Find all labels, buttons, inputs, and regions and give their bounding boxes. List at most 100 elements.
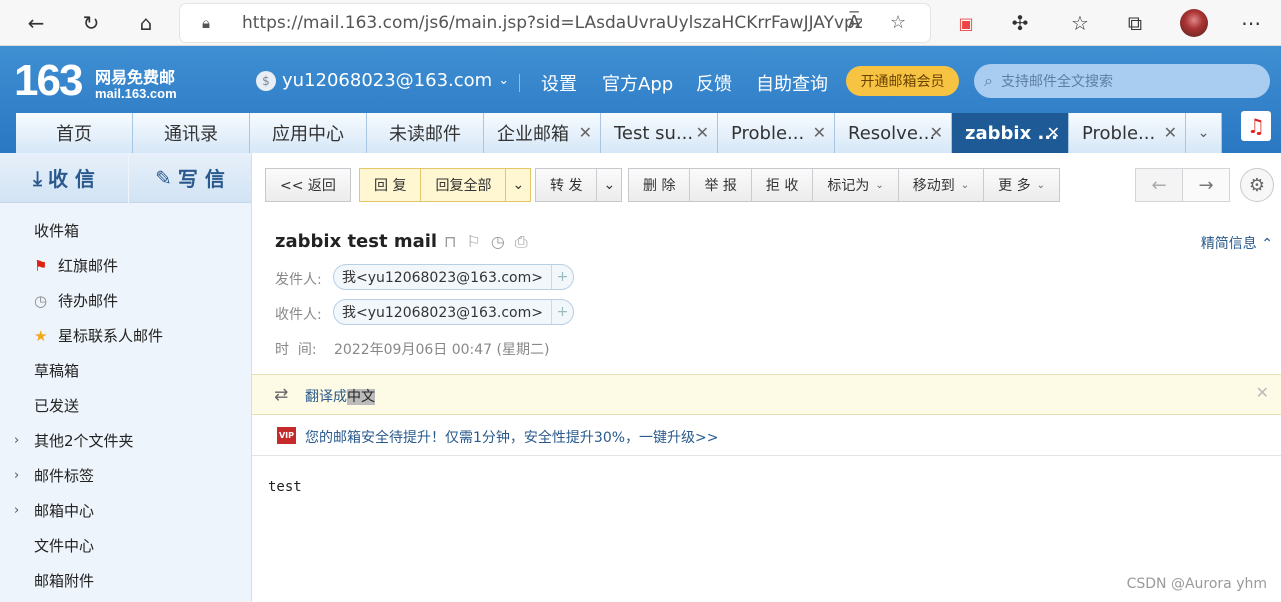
tab-enterprise[interactable]: 企业邮箱 ✕ — [484, 113, 601, 153]
compose-button[interactable]: ✎ 写 信 — [129, 153, 251, 203]
folder-starred-contacts[interactable]: ★ 星标联系人邮件 — [0, 318, 250, 353]
bookmark-icon[interactable]: ⊓ — [444, 232, 456, 252]
url-text[interactable]: https://mail.163.com/js6/main.jsp?sid=LA… — [242, 13, 862, 33]
tab-overflow-button[interactable]: ⌄ — [1186, 113, 1222, 153]
chevron-up-icon: ⌃ — [1256, 236, 1273, 252]
folder-file-center[interactable]: 文件中心 — [0, 528, 250, 563]
forward-button[interactable]: 转 发 ⌄ — [535, 168, 623, 202]
arrow-right-icon: → — [1198, 174, 1214, 196]
close-icon[interactable]: ✕ — [1047, 123, 1060, 142]
tab-unread[interactable]: 未读邮件 — [367, 113, 484, 153]
tab-problem-2[interactable]: Proble... ✕ — [1069, 113, 1186, 153]
account-switcher[interactable]: $ yu12068023@163.com ⌄ — [256, 70, 509, 91]
security-upgrade-link[interactable]: 您的邮箱安全待提升！仅需1分钟，安全性提升30%，一键升级>> — [305, 427, 718, 447]
delete-button[interactable]: 删 除 — [629, 169, 691, 201]
header-divider — [519, 74, 520, 92]
add-contact-icon[interactable]: + — [550, 265, 573, 289]
folder-sent[interactable]: 已发送 — [0, 388, 250, 423]
from-label: 发件人: — [275, 272, 322, 288]
folder-inbox[interactable]: 收件箱 — [0, 213, 250, 248]
close-icon[interactable]: ✕ — [579, 123, 592, 142]
favorites-icon[interactable]: ☆ — [1066, 9, 1094, 37]
tab-zabbix[interactable]: zabbix ... ✕ — [952, 113, 1069, 153]
reject-button[interactable]: 拒 收 — [752, 169, 814, 201]
logo-number[interactable]: 163 — [14, 56, 83, 106]
print-icon[interactable]: ⎙ — [515, 232, 528, 252]
settings-link[interactable]: 设置 — [541, 70, 577, 96]
tab-home[interactable]: 首页 — [16, 113, 133, 153]
chevron-right-icon[interactable]: › — [14, 468, 19, 483]
close-icon[interactable]: ✕ — [1256, 383, 1269, 402]
collections-icon[interactable]: ⧉ — [1121, 9, 1149, 37]
account-coin-icon: $ — [256, 70, 276, 91]
close-icon[interactable]: ✕ — [1164, 123, 1177, 142]
refresh-icon[interactable]: ↻ — [77, 9, 105, 37]
prev-mail-button[interactable]: ← — [1135, 168, 1183, 202]
add-contact-icon[interactable]: + — [550, 300, 573, 324]
report-button[interactable]: 举 报 — [690, 169, 752, 201]
next-mail-button[interactable]: → — [1182, 168, 1230, 202]
add-favorite-icon[interactable]: ☆ — [890, 12, 906, 33]
close-icon[interactable]: ✕ — [813, 123, 826, 142]
search-icon: ⌕ — [984, 71, 993, 90]
folder-mail-center[interactable]: › 邮箱中心 — [0, 493, 250, 528]
to-chip[interactable]: 我<yu12068023@163.com> + — [333, 299, 574, 325]
folder-drafts[interactable]: 草稿箱 — [0, 353, 250, 388]
more-button[interactable]: 更 多 ⌄ — [984, 169, 1059, 201]
address-bar[interactable]: 🔒︎ https://mail.163.com/js6/main.jsp?sid… — [180, 4, 930, 42]
close-icon[interactable]: ✕ — [696, 123, 709, 142]
chevron-down-icon: ⌄ — [603, 177, 616, 193]
precise-info-toggle[interactable]: 精简信息 ⌃ — [1201, 233, 1273, 253]
from-chip[interactable]: 我<yu12068023@163.com> + — [333, 264, 574, 290]
reply-all-button[interactable]: 回复全部 — [421, 169, 507, 201]
extension-coupon-icon[interactable]: ▣ — [952, 9, 980, 37]
translate-link[interactable]: 翻译成中文 — [305, 386, 375, 406]
tab-app-center[interactable]: 应用中心 — [250, 113, 367, 153]
close-icon[interactable]: ✕ — [930, 123, 943, 142]
search-placeholder: 支持邮件全文搜索 — [1000, 74, 1113, 90]
mark-as-button[interactable]: 标记为 ⌄ — [813, 169, 899, 201]
back-button[interactable]: << 返回 — [265, 168, 351, 202]
tab-problem-1[interactable]: Proble... ✕ — [718, 113, 835, 153]
inbox-download-icon: ⤓ — [33, 165, 42, 190]
folder-todo[interactable]: ◷ 待办邮件 — [0, 283, 250, 318]
self-service-link[interactable]: 自助查询 — [756, 70, 828, 96]
chevron-down-icon: ⌄ — [1197, 125, 1210, 141]
edit-icon: ✎ — [155, 165, 172, 190]
clock-icon[interactable]: ◷ — [491, 232, 505, 252]
profile-avatar[interactable] — [1180, 9, 1208, 37]
search-input[interactable]: ⌕ 支持邮件全文搜索 — [974, 64, 1270, 98]
folder-other[interactable]: › 其他2个文件夹 — [0, 423, 250, 458]
tab-contacts[interactable]: 通讯录 — [133, 113, 250, 153]
chevron-right-icon[interactable]: › — [14, 433, 19, 448]
app-link[interactable]: 官方App — [602, 70, 673, 96]
folder-red-flag[interactable]: ⚑ 红旗邮件 — [0, 248, 250, 283]
folder-attachments[interactable]: 邮箱附件 — [0, 563, 250, 598]
chevron-right-icon[interactable]: › — [14, 503, 19, 518]
settings-gear-button[interactable]: ⚙ — [1240, 168, 1274, 202]
tab-resolved[interactable]: Resolve... ✕ — [835, 113, 952, 153]
music-icon[interactable]: ♫ — [1241, 111, 1271, 141]
red-flag-icon: ⚑ — [34, 256, 48, 275]
receive-button[interactable]: ⤓ 收 信 — [0, 153, 128, 203]
chevron-down-icon: ⌄ — [1036, 179, 1045, 191]
more-dots-icon[interactable]: ⋯ — [1237, 9, 1265, 37]
move-to-button[interactable]: 移动到 ⌄ — [899, 169, 985, 201]
reply-dropdown[interactable]: ⌄ — [506, 169, 530, 201]
read-aloud-icon[interactable]: A̅ — [848, 12, 860, 33]
feedback-link[interactable]: 反馈 — [696, 70, 732, 96]
to-label: 收件人: — [275, 307, 322, 323]
chevron-down-icon: ⌄ — [512, 177, 525, 193]
gear-icon: ⚙ — [1248, 174, 1266, 196]
reply-button[interactable]: 回 复 — [360, 169, 422, 201]
folder-tags[interactable]: › 邮件标签 — [0, 458, 250, 493]
flag-icon[interactable]: ⚐ — [466, 232, 480, 252]
action-group: 删 除 举 报 拒 收 标记为 ⌄ 移动到 ⌄ 更 多 ⌄ — [628, 168, 1060, 202]
forward-dropdown[interactable]: ⌄ — [597, 169, 621, 201]
watermark: CSDN @Aurora yhm — [1126, 576, 1267, 592]
tab-test-su[interactable]: Test su... ✕ — [601, 113, 718, 153]
vip-membership-button[interactable]: 开通邮箱会员 — [846, 66, 959, 96]
extensions-puzzle-icon[interactable]: ✣ — [1006, 9, 1034, 37]
home-icon[interactable]: ⌂ — [132, 9, 160, 37]
back-arrow-icon[interactable]: ← — [22, 9, 50, 37]
